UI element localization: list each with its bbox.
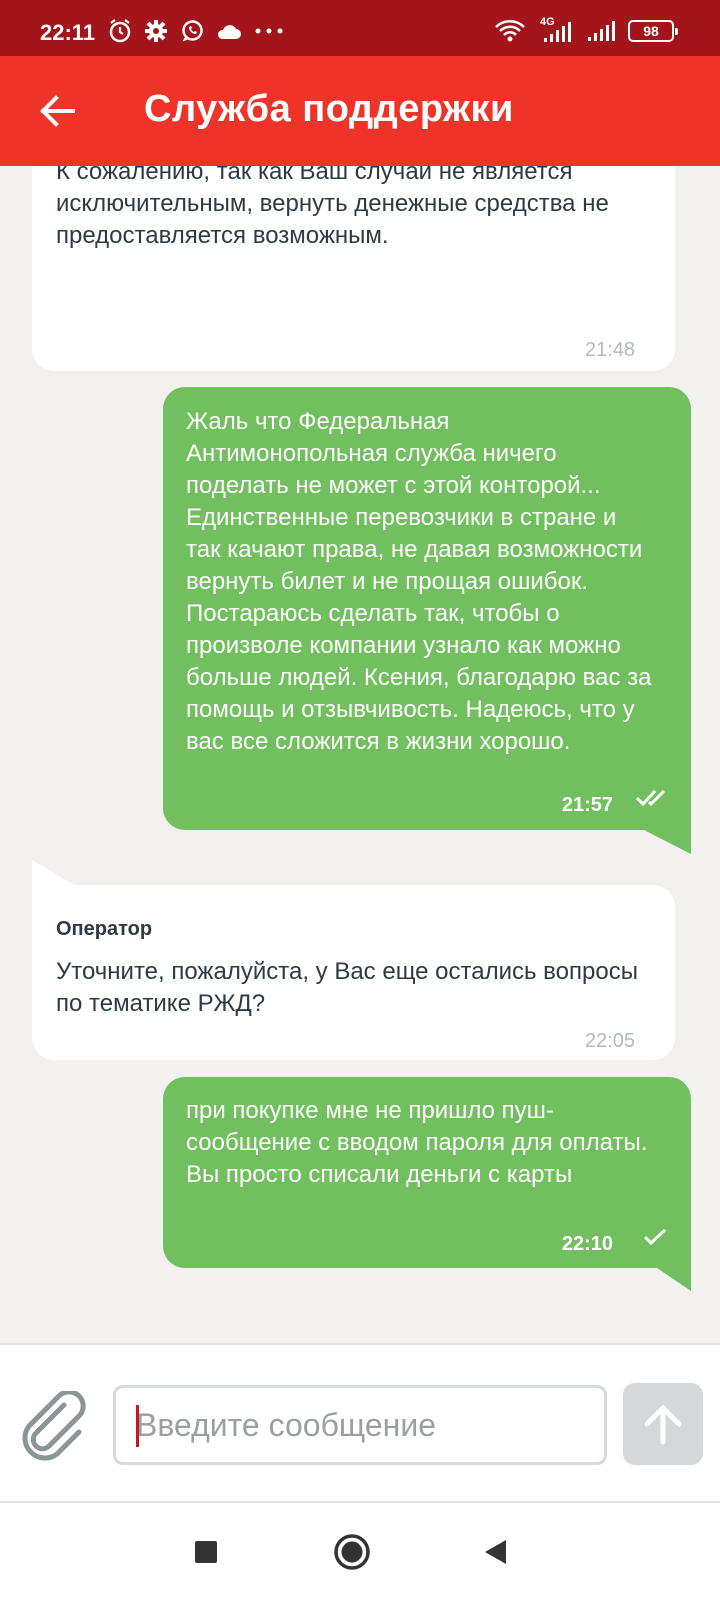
back-nav-button[interactable] xyxy=(470,1529,520,1575)
message-text: Жаль что Федеральная Антимонопольная слу… xyxy=(186,408,652,755)
message-time: 22:10 xyxy=(561,1233,613,1255)
status-right-icons: 4G 98 xyxy=(494,16,678,44)
chat-area[interactable]: Сбор за возврат не взимается, если его р… xyxy=(0,166,720,1343)
status-left-icons xyxy=(108,18,284,44)
message-time: 21:57 xyxy=(561,794,613,816)
check-icon xyxy=(643,1228,667,1246)
status-bar: 22:11 4G 98 xyxy=(0,0,720,56)
message-input[interactable] xyxy=(113,1385,607,1465)
operator-message: Оператор Уточните, пожалуйста, у Вас еще… xyxy=(32,885,675,1060)
whatsapp-icon xyxy=(182,20,203,42)
arrow-left-icon xyxy=(40,95,75,127)
bubble-tail xyxy=(32,860,76,886)
paperclip-icon xyxy=(22,1391,86,1461)
operator-message: Сбор за возврат не взимается, если его р… xyxy=(32,166,675,371)
cloud-icon xyxy=(217,25,241,39)
circle-home-icon xyxy=(334,1534,370,1570)
triangle-back-icon xyxy=(485,1540,506,1564)
message-composer xyxy=(0,1343,720,1503)
square-recents-icon xyxy=(195,1541,217,1563)
more-dots-icon xyxy=(255,28,283,34)
message-text: при покупке мне не пришло пуш-сообщение … xyxy=(186,1097,648,1188)
send-button[interactable] xyxy=(623,1383,703,1465)
attach-button[interactable] xyxy=(18,1389,92,1463)
double-check-icon xyxy=(635,789,666,807)
bubble-tail xyxy=(640,828,691,854)
system-nav-bar xyxy=(0,1503,720,1600)
signal-4g-icon: 4G xyxy=(538,16,574,44)
page-title: Служба поддержки xyxy=(144,88,514,130)
home-button[interactable] xyxy=(327,1529,377,1575)
message-text: Сбор за возврат не взимается, если его р… xyxy=(56,166,609,249)
app-bar: Служба поддержки xyxy=(0,56,720,166)
battery-level: 98 xyxy=(643,23,659,39)
battery-icon: 98 xyxy=(628,20,678,42)
sender-name: Оператор xyxy=(56,918,153,940)
gear-icon xyxy=(145,20,167,42)
status-time: 22:11 xyxy=(40,20,96,45)
wifi-icon xyxy=(495,20,525,42)
message-text: Уточните, пожалуйста, у Вас еще остались… xyxy=(56,958,638,1017)
text-caret xyxy=(136,1405,139,1447)
message-time: 21:48 xyxy=(584,339,635,361)
arrow-up-icon xyxy=(644,1404,682,1445)
recents-button[interactable] xyxy=(181,1529,231,1575)
user-message: Жаль что Федеральная Антимонопольная слу… xyxy=(163,387,691,830)
alarm-icon xyxy=(109,19,131,43)
back-button[interactable] xyxy=(30,84,84,138)
bubble-tail xyxy=(654,1266,691,1291)
message-time: 22:05 xyxy=(584,1030,635,1052)
signal-icon xyxy=(588,21,615,41)
user-message: при покупке мне не пришло пуш-сообщение … xyxy=(163,1077,691,1268)
